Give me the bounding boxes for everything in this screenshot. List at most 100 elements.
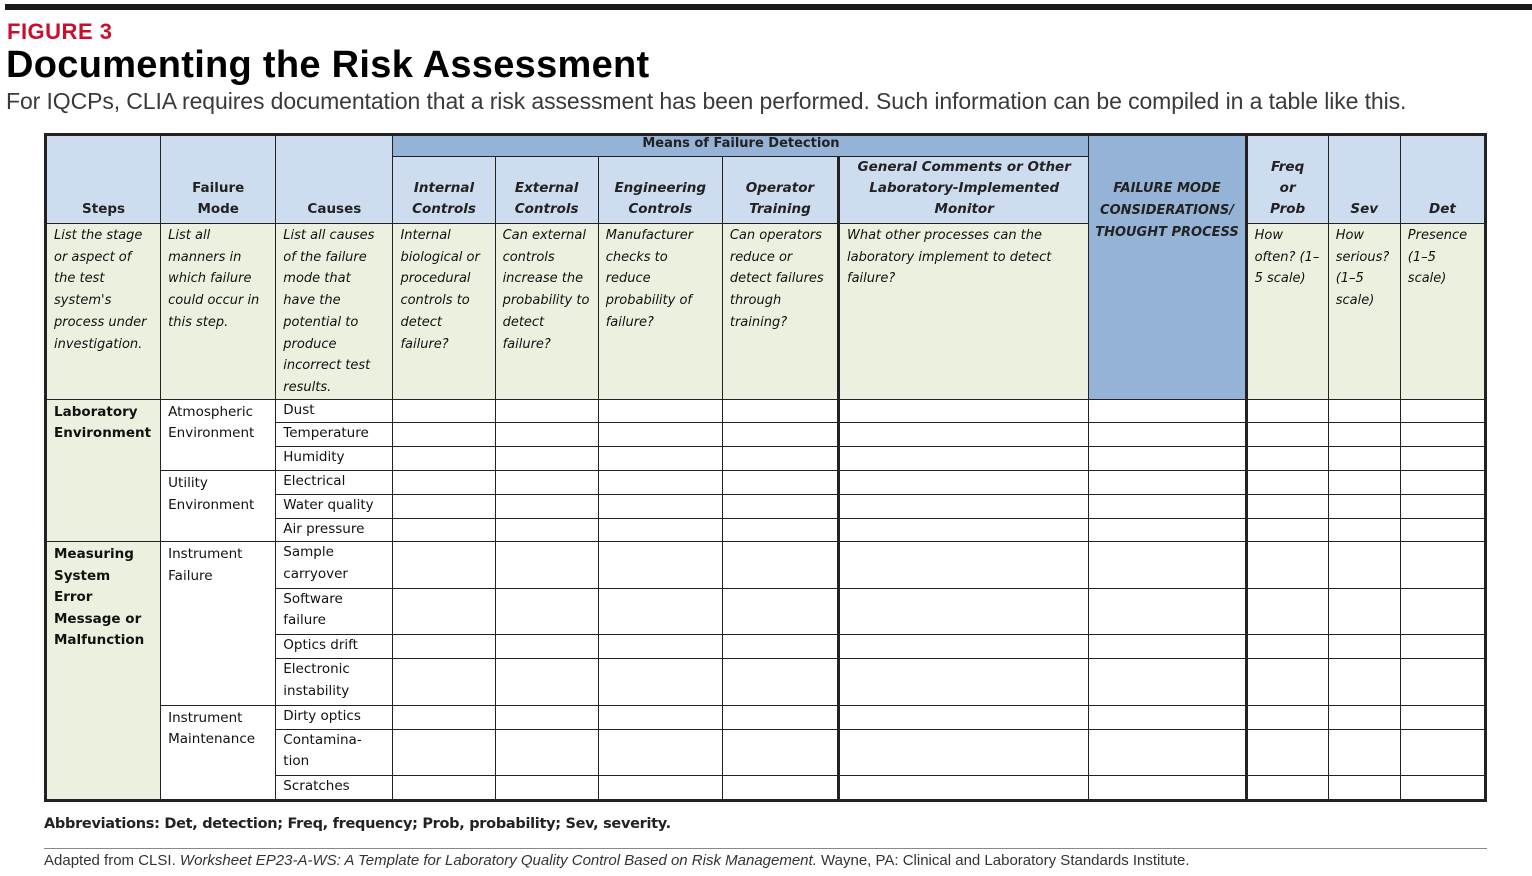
entry-cell-failure-mode-considerations[interactable]	[1088, 775, 1247, 801]
entry-cell-general-comments[interactable]	[836, 775, 1090, 801]
entry-cell-failure-mode-considerations[interactable]	[1088, 704, 1247, 730]
entry-cell-det[interactable]	[1399, 587, 1487, 636]
entry-cell-engineering-controls[interactable]	[597, 775, 723, 801]
entry-cell-general-comments[interactable]	[836, 634, 1090, 660]
entry-cell-failure-mode-considerations[interactable]	[1088, 446, 1247, 472]
entry-cell-failure-mode-considerations[interactable]	[1088, 517, 1247, 543]
entry-cell-operator-training[interactable]	[721, 446, 840, 472]
entry-cell-operator-training[interactable]	[721, 658, 840, 706]
entry-cell-freq-prob[interactable]	[1244, 470, 1329, 495]
entry-cell-failure-mode-considerations[interactable]	[1088, 470, 1247, 495]
entry-cell-freq-prob[interactable]	[1244, 422, 1329, 448]
entry-cell-internal-controls[interactable]	[392, 422, 496, 448]
entry-cell-det[interactable]	[1399, 634, 1487, 660]
entry-cell-det[interactable]	[1399, 470, 1487, 495]
entry-cell-internal-controls[interactable]	[392, 517, 496, 543]
entry-cell-sev[interactable]	[1327, 775, 1401, 801]
entry-cell-external-controls[interactable]	[494, 422, 599, 448]
entry-cell-freq-prob[interactable]	[1244, 517, 1329, 543]
entry-cell-engineering-controls[interactable]	[597, 704, 723, 730]
entry-cell-freq-prob[interactable]	[1244, 493, 1329, 519]
entry-cell-operator-training[interactable]	[721, 587, 840, 636]
entry-cell-general-comments[interactable]	[836, 422, 1090, 448]
entry-cell-failure-mode-considerations[interactable]	[1088, 634, 1247, 660]
entry-cell-engineering-controls[interactable]	[597, 517, 723, 543]
entry-cell-external-controls[interactable]	[494, 587, 599, 636]
entry-cell-external-controls[interactable]	[494, 704, 599, 730]
entry-cell-failure-mode-considerations[interactable]	[1088, 587, 1247, 636]
entry-cell-freq-prob[interactable]	[1244, 446, 1329, 472]
entry-cell-general-comments[interactable]	[836, 728, 1090, 777]
entry-cell-det[interactable]	[1399, 728, 1487, 777]
entry-cell-failure-mode-considerations[interactable]	[1088, 728, 1247, 777]
entry-cell-engineering-controls[interactable]	[597, 470, 723, 495]
entry-cell-operator-training[interactable]	[721, 422, 840, 448]
entry-cell-general-comments[interactable]	[836, 587, 1090, 636]
entry-cell-general-comments[interactable]	[836, 541, 1090, 589]
entry-cell-engineering-controls[interactable]	[597, 728, 723, 777]
entry-cell-external-controls[interactable]	[494, 398, 599, 424]
entry-cell-internal-controls[interactable]	[392, 775, 496, 801]
entry-cell-sev[interactable]	[1327, 728, 1401, 777]
entry-cell-internal-controls[interactable]	[392, 541, 496, 589]
entry-cell-internal-controls[interactable]	[392, 634, 496, 660]
entry-cell-internal-controls[interactable]	[392, 398, 496, 424]
entry-cell-external-controls[interactable]	[494, 634, 599, 660]
entry-cell-det[interactable]	[1399, 493, 1487, 519]
entry-cell-sev[interactable]	[1327, 587, 1401, 636]
entry-cell-freq-prob[interactable]	[1244, 704, 1329, 730]
entry-cell-sev[interactable]	[1327, 704, 1401, 730]
entry-cell-general-comments[interactable]	[836, 446, 1090, 472]
entry-cell-failure-mode-considerations[interactable]	[1088, 541, 1247, 589]
entry-cell-freq-prob[interactable]	[1244, 634, 1329, 660]
entry-cell-operator-training[interactable]	[721, 470, 840, 495]
entry-cell-general-comments[interactable]	[836, 398, 1090, 424]
entry-cell-freq-prob[interactable]	[1244, 658, 1329, 706]
entry-cell-external-controls[interactable]	[494, 517, 599, 543]
entry-cell-operator-training[interactable]	[721, 493, 840, 519]
entry-cell-engineering-controls[interactable]	[597, 493, 723, 519]
entry-cell-sev[interactable]	[1327, 470, 1401, 495]
entry-cell-internal-controls[interactable]	[392, 728, 496, 777]
entry-cell-failure-mode-considerations[interactable]	[1088, 658, 1247, 706]
entry-cell-det[interactable]	[1399, 541, 1487, 589]
entry-cell-external-controls[interactable]	[494, 658, 599, 706]
entry-cell-det[interactable]	[1399, 446, 1487, 472]
entry-cell-freq-prob[interactable]	[1244, 541, 1329, 589]
entry-cell-operator-training[interactable]	[721, 775, 840, 801]
entry-cell-engineering-controls[interactable]	[597, 634, 723, 660]
entry-cell-det[interactable]	[1399, 517, 1487, 543]
entry-cell-external-controls[interactable]	[494, 728, 599, 777]
entry-cell-internal-controls[interactable]	[392, 470, 496, 495]
entry-cell-internal-controls[interactable]	[392, 587, 496, 636]
entry-cell-sev[interactable]	[1327, 541, 1401, 589]
entry-cell-failure-mode-considerations[interactable]	[1088, 398, 1247, 424]
entry-cell-det[interactable]	[1399, 704, 1487, 730]
entry-cell-failure-mode-considerations[interactable]	[1088, 493, 1247, 519]
entry-cell-sev[interactable]	[1327, 517, 1401, 543]
entry-cell-sev[interactable]	[1327, 634, 1401, 660]
entry-cell-operator-training[interactable]	[721, 398, 840, 424]
entry-cell-general-comments[interactable]	[836, 658, 1090, 706]
entry-cell-operator-training[interactable]	[721, 517, 840, 543]
entry-cell-det[interactable]	[1399, 775, 1487, 801]
entry-cell-operator-training[interactable]	[721, 634, 840, 660]
entry-cell-det[interactable]	[1399, 398, 1487, 424]
entry-cell-internal-controls[interactable]	[392, 493, 496, 519]
entry-cell-engineering-controls[interactable]	[597, 658, 723, 706]
entry-cell-sev[interactable]	[1327, 398, 1401, 424]
entry-cell-det[interactable]	[1399, 658, 1487, 706]
entry-cell-external-controls[interactable]	[494, 446, 599, 472]
entry-cell-freq-prob[interactable]	[1244, 587, 1329, 636]
entry-cell-engineering-controls[interactable]	[597, 541, 723, 589]
entry-cell-external-controls[interactable]	[494, 470, 599, 495]
entry-cell-general-comments[interactable]	[836, 493, 1090, 519]
entry-cell-sev[interactable]	[1327, 446, 1401, 472]
entry-cell-operator-training[interactable]	[721, 704, 840, 730]
entry-cell-general-comments[interactable]	[836, 517, 1090, 543]
entry-cell-freq-prob[interactable]	[1244, 728, 1329, 777]
entry-cell-external-controls[interactable]	[494, 541, 599, 589]
entry-cell-general-comments[interactable]	[836, 470, 1090, 495]
entry-cell-engineering-controls[interactable]	[597, 398, 723, 424]
entry-cell-external-controls[interactable]	[494, 775, 599, 801]
